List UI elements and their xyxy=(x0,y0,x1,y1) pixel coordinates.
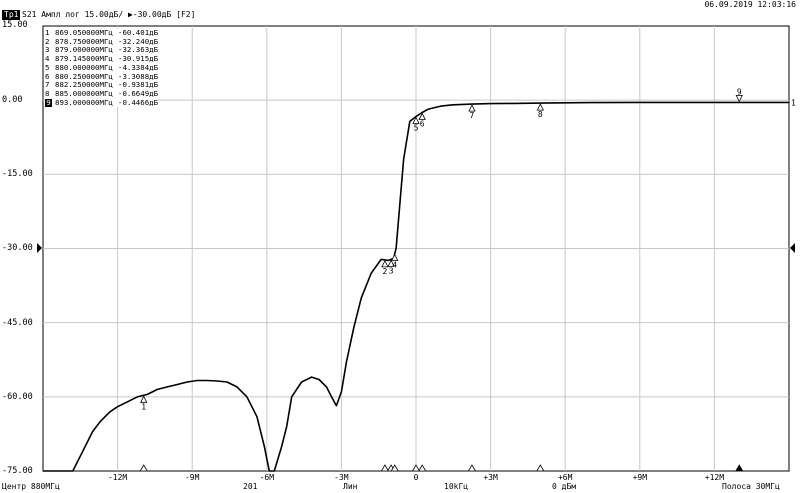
marker-axis-indicator xyxy=(380,464,390,472)
marker-axis-indicator xyxy=(139,464,148,472)
source-power[interactable]: 0 дБм xyxy=(552,480,576,493)
marker-label: 5 xyxy=(414,123,419,132)
marker-frequency: 893.000000МГц xyxy=(55,97,113,107)
marker-axis-indicator xyxy=(411,464,421,472)
marker-row[interactable]: 9 893.000000МГц -0.4466дБ xyxy=(45,97,159,108)
marker-label: 1 xyxy=(141,402,146,411)
marker-table: 1 869.050000МГц -60.401дБ 2 878.750000МГц -32… xyxy=(45,28,159,108)
marker-label: 2 xyxy=(383,267,388,276)
marker-axis-indicator xyxy=(536,464,545,472)
marker-label: 4 xyxy=(392,260,397,269)
marker-axis-indicator xyxy=(418,464,427,472)
marker-label: 9 xyxy=(737,87,742,96)
center-frequency[interactable]: Центр 880МГц xyxy=(2,480,60,493)
marker-axis-indicator xyxy=(467,464,477,472)
marker-label: 8 xyxy=(538,110,543,119)
marker-label: 6 xyxy=(420,120,425,129)
span-frequency[interactable]: Полоса 30МГц xyxy=(722,480,780,493)
if-bandwidth[interactable]: 10kГц xyxy=(444,480,468,493)
points-count[interactable]: 201 xyxy=(243,480,257,493)
trace-end-label: 1 xyxy=(791,98,796,107)
marker-value: -0.4466дБ xyxy=(118,97,159,107)
status-footer: Центр 880МГц 201 Лин 10kГц 0 дБм Полоса … xyxy=(0,480,800,493)
marker-label: 7 xyxy=(470,111,475,120)
sweep-scale[interactable]: Лин xyxy=(343,480,357,493)
marker-axis-indicator xyxy=(735,464,744,472)
marker-number: 9 xyxy=(45,97,52,108)
